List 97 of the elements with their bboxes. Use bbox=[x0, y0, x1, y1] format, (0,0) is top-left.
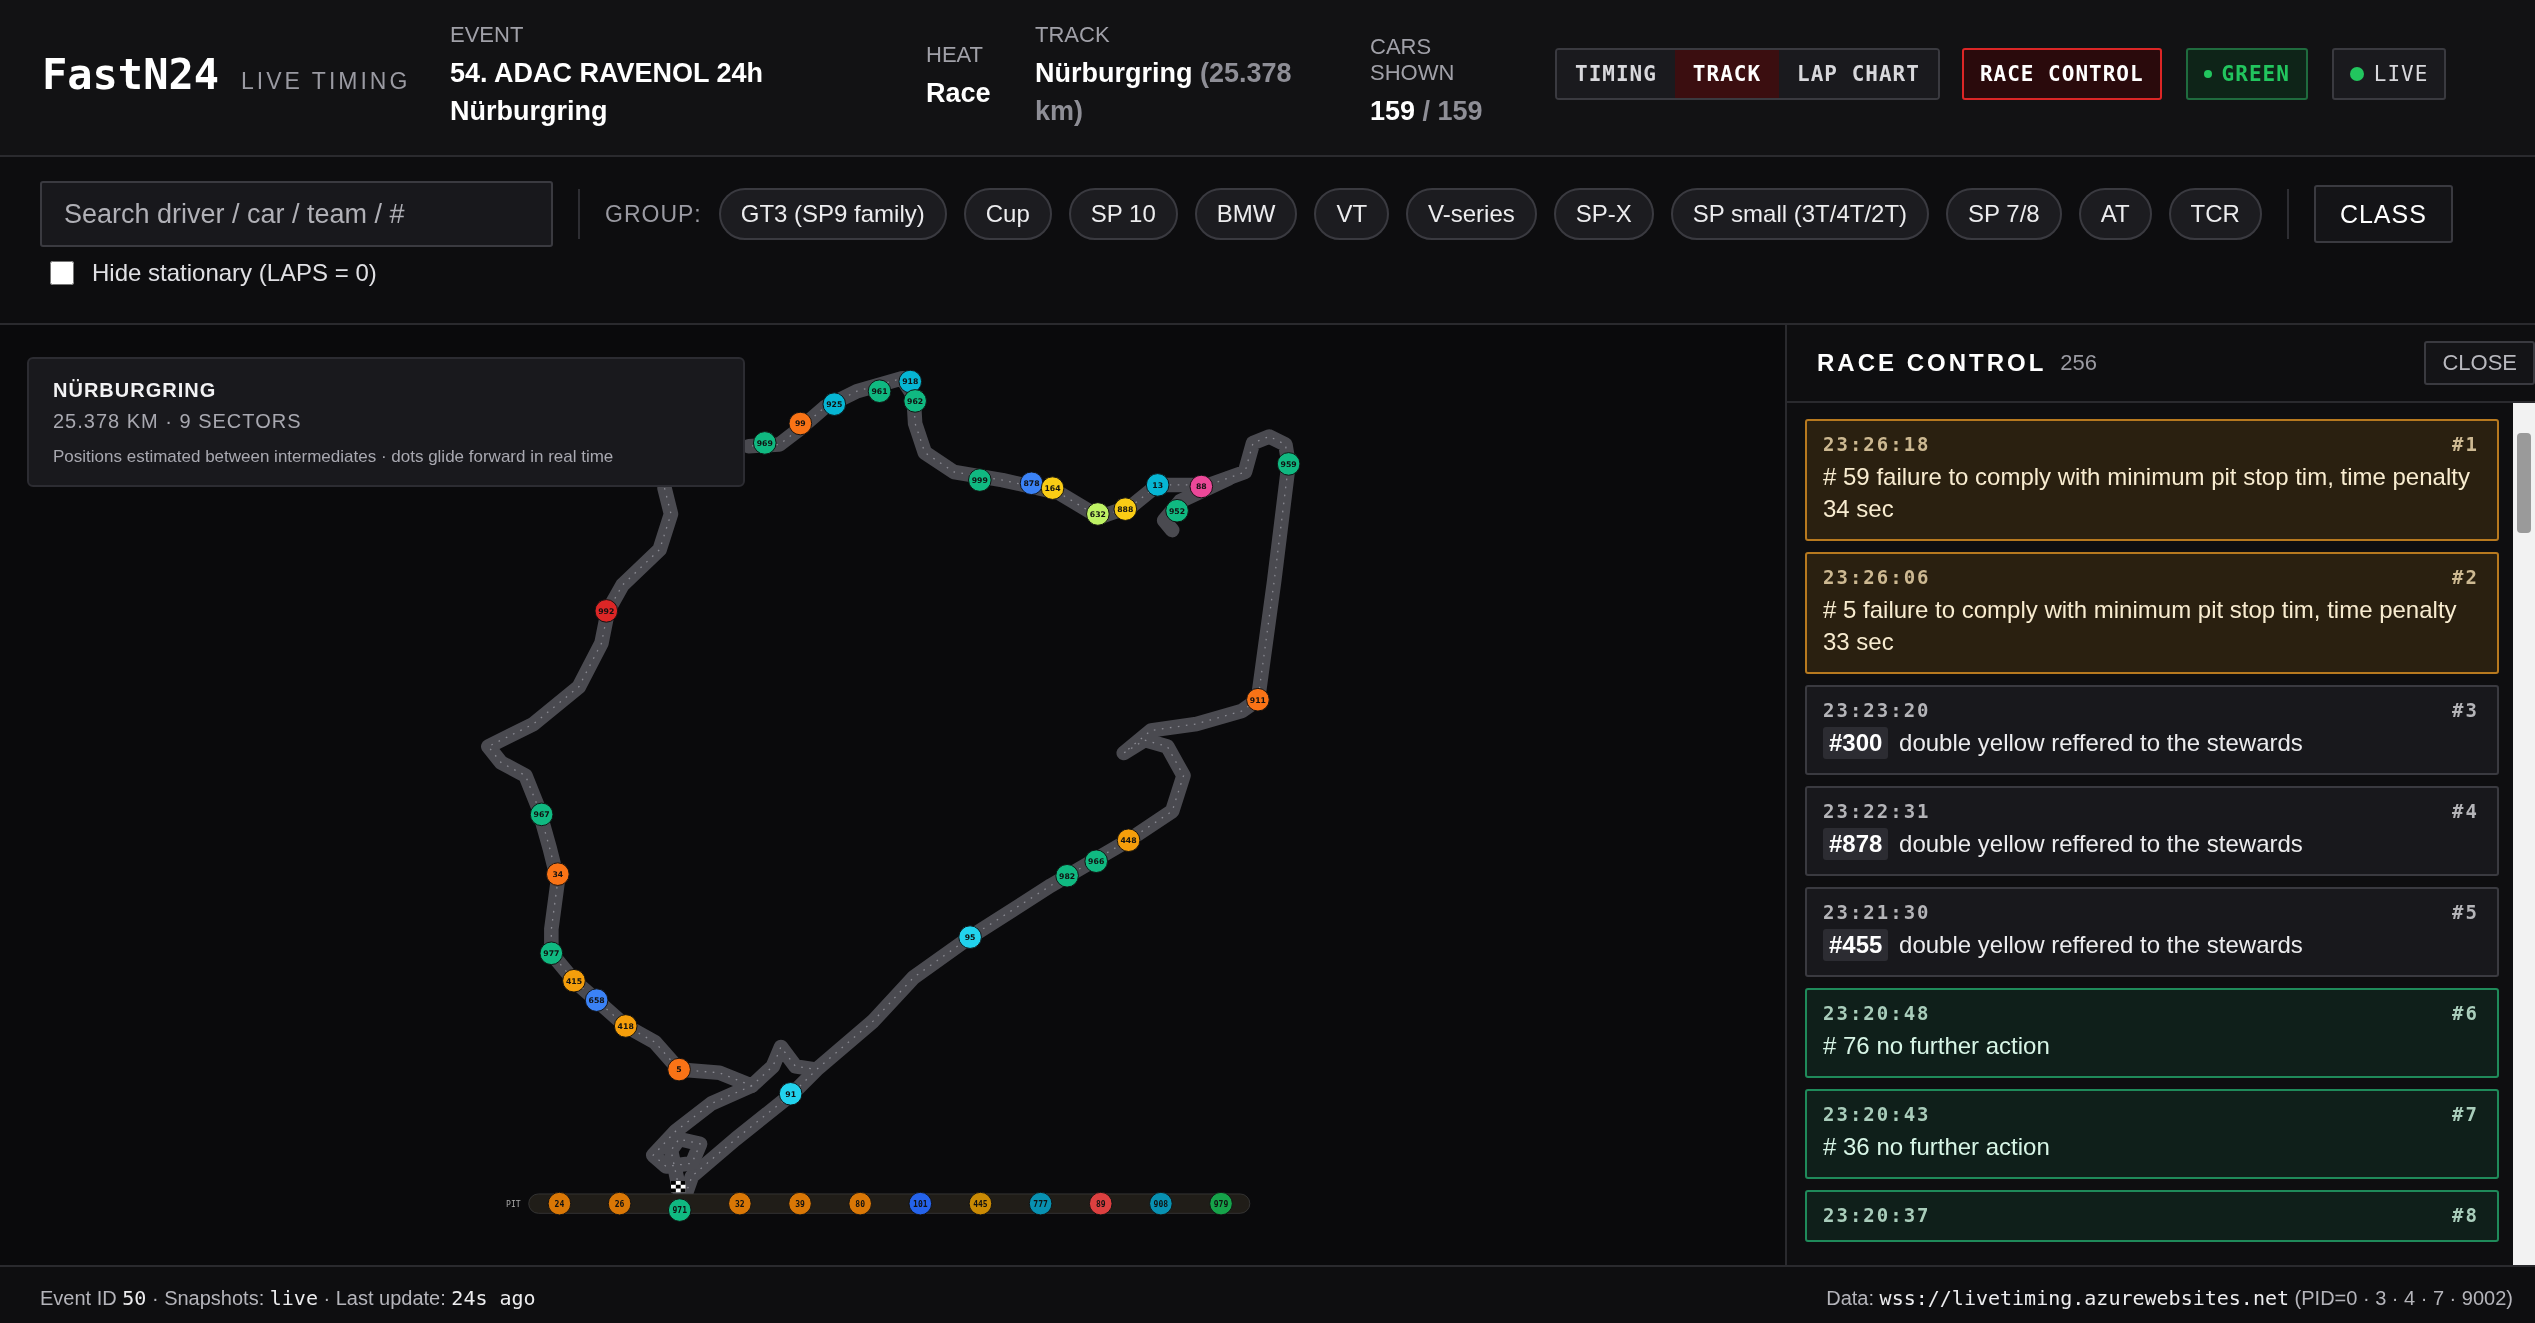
message-number: #7 bbox=[2452, 1103, 2479, 1125]
car-marker[interactable]: 959 bbox=[1276, 452, 1301, 476]
message-count: 256 bbox=[2060, 350, 2098, 376]
message-number: #6 bbox=[2452, 1002, 2479, 1024]
race-control-button[interactable]: RACE CONTROL bbox=[1961, 48, 2162, 100]
car-marker[interactable]: 888 bbox=[1113, 497, 1138, 521]
message-number: #5 bbox=[2452, 901, 2479, 923]
heat-value: Race bbox=[926, 77, 992, 110]
message-number: #1 bbox=[2452, 433, 2479, 455]
message-text: double yellow reffered to the stewards bbox=[1899, 931, 2303, 958]
event-name: 54. ADAC RAVENOL 24h Nürburgring bbox=[450, 57, 765, 128]
flag-status: GREEN bbox=[2185, 48, 2308, 100]
car-marker[interactable]: 911 bbox=[1246, 687, 1270, 712]
car-marker[interactable]: 164 bbox=[1040, 476, 1065, 500]
car-marker[interactable]: 967 bbox=[529, 802, 554, 827]
message-text: # 5 failure to comply with minimum pit stop tim, time penalty 33 sec bbox=[1823, 596, 2457, 655]
group-chip[interactable]: SP-X bbox=[1553, 188, 1654, 240]
message-time: 23:26:06 bbox=[1823, 566, 1931, 588]
message-time: 23:21:30 bbox=[1823, 901, 1931, 923]
car-marker[interactable]: 966 bbox=[1084, 849, 1109, 873]
view-tab[interactable]: TRACK bbox=[1674, 50, 1780, 98]
group-chip[interactable]: SP 7/8 bbox=[1946, 188, 2062, 240]
scrollbar[interactable] bbox=[2513, 403, 2535, 1265]
car-marker[interactable]: 952 bbox=[1165, 498, 1189, 523]
message-number: #4 bbox=[2452, 800, 2479, 822]
car-marker[interactable]: 95 bbox=[958, 925, 982, 949]
hide-stationary-checkbox[interactable] bbox=[50, 261, 74, 285]
car-marker[interactable]: 632 bbox=[1086, 502, 1110, 526]
class-button[interactable]: CLASS bbox=[2313, 185, 2453, 243]
message-time: 23:22:31 bbox=[1823, 800, 1931, 822]
track-note: Positions estimated between intermediates · dots glide forward in real time bbox=[53, 447, 614, 467]
cars-total-count: / 159 bbox=[1422, 96, 1483, 126]
car-marker[interactable]: 415 bbox=[562, 968, 586, 993]
car-marker[interactable]: 88 bbox=[1189, 474, 1214, 499]
checkered-flag-icon bbox=[671, 1181, 686, 1193]
message-time: 23:26:18 bbox=[1823, 433, 1931, 455]
data-source: Data: wss://livetiming.azurewebsites.net (PID=0 · 3 · 4 · 7 · 9002) bbox=[1826, 1286, 2513, 1310]
car-marker[interactable]: 977 bbox=[539, 941, 564, 966]
close-button[interactable]: CLOSE bbox=[2424, 341, 2535, 385]
message-time: 23:20:48 bbox=[1823, 1002, 1931, 1024]
track-value: Nürburgring (25.378 km) bbox=[1035, 57, 1293, 128]
car-marker[interactable]: 91 bbox=[778, 1082, 803, 1106]
panel-title: RACE CONTROL bbox=[1817, 349, 2047, 377]
car-marker[interactable]: 982 bbox=[1055, 863, 1079, 888]
car-marker[interactable]: 448 bbox=[1116, 828, 1141, 852]
car-marker[interactable]: 999 bbox=[968, 468, 992, 492]
logo: FastN24 bbox=[42, 50, 219, 99]
car-marker[interactable]: 34 bbox=[546, 862, 570, 886]
event-label: EVENT bbox=[450, 22, 525, 48]
view-tab[interactable]: LAP CHART bbox=[1779, 50, 1938, 98]
car-marker[interactable]: 925 bbox=[822, 392, 847, 416]
message-text: double yellow reffered to the stewards bbox=[1899, 830, 2303, 857]
search-field[interactable]: Search driver / car / team / # bbox=[40, 181, 553, 247]
car-marker[interactable]: 5 bbox=[667, 1057, 691, 1082]
group-chip[interactable]: V-series bbox=[1406, 188, 1537, 240]
message-time: 23:20:43 bbox=[1823, 1103, 1931, 1125]
car-marker[interactable]: 969 bbox=[752, 431, 777, 455]
car-number-badge: #878 bbox=[1823, 828, 1889, 860]
group-chip[interactable]: AT bbox=[2078, 188, 2152, 240]
footer-status: Event ID 50 · Snapshots: live · Last update: 24s ago bbox=[40, 1286, 536, 1310]
car-marker[interactable]: 878 bbox=[1019, 471, 1044, 496]
hide-stationary-label: Hide stationary (LAPS = 0) bbox=[92, 259, 377, 287]
car-marker[interactable]: 962 bbox=[903, 389, 927, 413]
message-number: #2 bbox=[2452, 566, 2479, 588]
message-time: 23:23:20 bbox=[1823, 699, 1931, 721]
group-label: GROUP: bbox=[605, 200, 702, 228]
group-chip[interactable]: Cup bbox=[963, 188, 1052, 240]
track-details: 25.378 KM · 9 SECTORS bbox=[53, 410, 302, 433]
car-marker[interactable]: 992 bbox=[594, 599, 619, 623]
live-status: LIVE bbox=[2331, 48, 2447, 100]
cars-shown-count: 159 bbox=[1370, 96, 1416, 126]
group-chip[interactable]: SP small (3T/4T/2T) bbox=[1670, 188, 1930, 240]
message-text: # 36 no further action bbox=[1823, 1133, 2050, 1160]
car-number-badge: #300 bbox=[1823, 727, 1889, 759]
car-marker[interactable]: 99 bbox=[788, 411, 813, 436]
car-marker[interactable]: 13 bbox=[1145, 473, 1170, 497]
message-number: #8 bbox=[2452, 1204, 2479, 1226]
track-label: TRACK bbox=[1035, 22, 1111, 48]
car-marker[interactable]: 658 bbox=[584, 988, 609, 1012]
app-subtitle: LIVE TIMING bbox=[241, 68, 411, 95]
message-time: 23:20:37 bbox=[1823, 1204, 1931, 1226]
car-number-badge: #455 bbox=[1823, 929, 1889, 961]
group-chip[interactable]: GT3 (SP9 family) bbox=[718, 188, 947, 240]
group-chip[interactable]: SP 10 bbox=[1068, 188, 1178, 240]
message-number: #3 bbox=[2452, 699, 2479, 721]
message-text: # 59 failure to comply with minimum pit stop tim, time penalty 34 sec bbox=[1823, 463, 2470, 522]
cars-shown-label: CARS SHOWN bbox=[1370, 34, 1456, 86]
message-text: double yellow reffered to the stewards bbox=[1899, 729, 2303, 756]
group-chip[interactable]: BMW bbox=[1194, 188, 1298, 240]
message-text: # 76 no further action bbox=[1823, 1032, 2050, 1059]
group-chip[interactable]: VT bbox=[1314, 188, 1390, 240]
car-marker[interactable]: 418 bbox=[613, 1014, 638, 1038]
heat-label: HEAT bbox=[926, 42, 985, 68]
group-chip[interactable]: TCR bbox=[2168, 188, 2262, 240]
car-marker[interactable]: 961 bbox=[867, 379, 892, 403]
track-title: NÜRBURGRING bbox=[53, 379, 217, 402]
view-tab[interactable]: TIMING bbox=[1557, 50, 1675, 98]
